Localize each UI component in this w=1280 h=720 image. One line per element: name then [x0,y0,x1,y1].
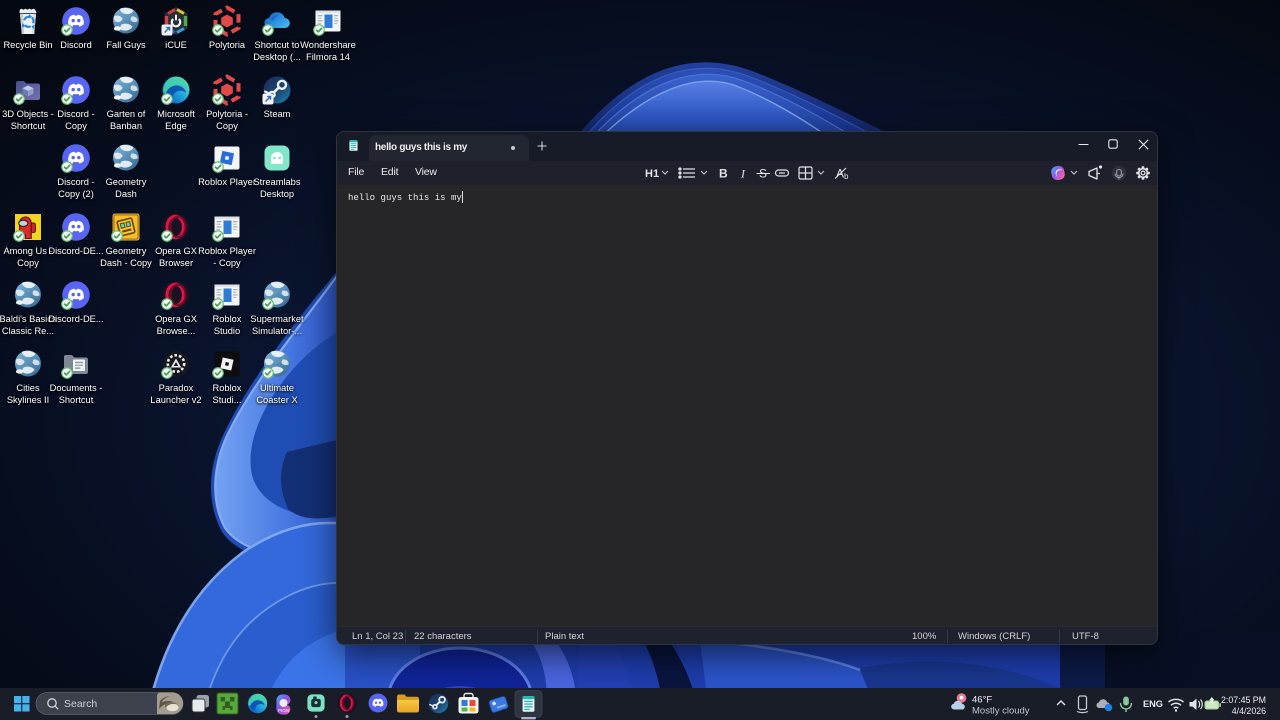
svg-text:2:07:45 PM: 2:07:45 PM [1221,695,1266,705]
svg-text:PION: PION [278,708,289,713]
svg-text:H1: H1 [645,168,659,180]
svg-text:Mostly cloudy: Mostly cloudy [972,706,1030,717]
svg-text:I: I [740,167,746,181]
svg-text:46°F: 46°F [972,695,992,706]
svg-text:Search: Search [64,698,97,710]
svg-text:b: b [844,172,849,181]
svg-text:ENG: ENG [1143,699,1163,709]
svg-text:4/4/2026: 4/4/2026 [1232,706,1266,716]
svg-text:B: B [719,167,728,181]
